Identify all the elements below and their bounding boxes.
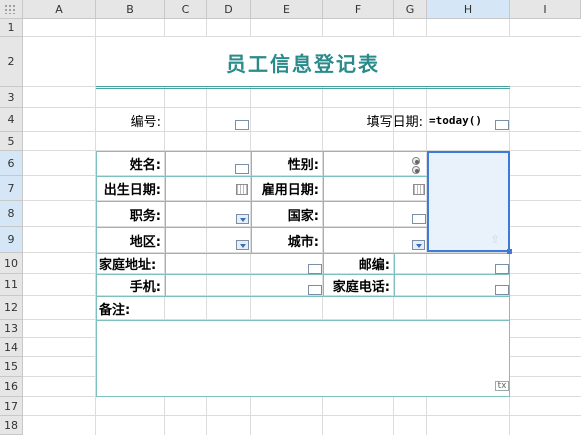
- country-label: 国家:: [287, 208, 319, 224]
- grid-line: [23, 415, 581, 416]
- column-header-h[interactable]: H: [427, 0, 510, 19]
- city-label: 城市:: [287, 234, 319, 250]
- address-label: 家庭地址:: [99, 258, 157, 273]
- gender-label: 性别:: [287, 158, 319, 173]
- column-header-f[interactable]: F: [323, 0, 394, 19]
- region-label: 地区:: [129, 234, 161, 250]
- column-header-g[interactable]: G: [394, 0, 427, 19]
- number-input-widget[interactable]: [235, 120, 249, 130]
- fill-date-widget[interactable]: [495, 120, 509, 130]
- row-header-16[interactable]: 16: [0, 377, 23, 397]
- mobile-input-widget[interactable]: [308, 285, 322, 295]
- grid-dots-icon: [4, 4, 16, 14]
- notes-text-widget[interactable]: tx: [495, 381, 509, 391]
- dropdown-arrow-icon[interactable]: [412, 240, 425, 250]
- row-header-6[interactable]: 6: [0, 151, 23, 176]
- column-header-i[interactable]: I: [510, 0, 581, 19]
- zip-input-widget[interactable]: [495, 264, 509, 274]
- row-header-11[interactable]: 11: [0, 274, 23, 296]
- upload-arrow-icon[interactable]: ⇧: [490, 234, 500, 246]
- name-label: 姓名:: [129, 158, 161, 173]
- notes-area[interactable]: [96, 321, 509, 396]
- row-header-7[interactable]: 7: [0, 176, 23, 201]
- title-underline: [96, 88, 510, 89]
- notes-label: 备注:: [99, 302, 131, 318]
- gender-radio-icon[interactable]: [412, 157, 420, 165]
- country-input-widget[interactable]: [412, 214, 426, 224]
- column-header-d[interactable]: D: [207, 0, 251, 19]
- table-border: [96, 396, 510, 397]
- title-underline: [96, 86, 510, 87]
- column-header-e[interactable]: E: [251, 0, 323, 19]
- row-header-5[interactable]: 5: [0, 132, 23, 151]
- row-header-9[interactable]: 9: [0, 227, 23, 253]
- row-header-17[interactable]: 17: [0, 397, 23, 416]
- table-border: [394, 253, 395, 296]
- row-header-8[interactable]: 8: [0, 201, 23, 227]
- row-header-4[interactable]: 4: [0, 108, 23, 132]
- row-header-15[interactable]: 15: [0, 357, 23, 377]
- gender-radio-icon[interactable]: [412, 166, 420, 174]
- home-phone-label: 家庭电话:: [332, 279, 390, 295]
- dropdown-arrow-icon[interactable]: [236, 214, 249, 224]
- column-header-a[interactable]: A: [23, 0, 96, 19]
- calendar-icon[interactable]: [413, 184, 425, 195]
- column-header-c[interactable]: C: [165, 0, 207, 19]
- row-header-12[interactable]: 12: [0, 296, 23, 320]
- hire-date-label: 雇用日期:: [261, 183, 319, 198]
- position-label: 职务:: [129, 208, 161, 224]
- calendar-icon[interactable]: [236, 184, 248, 195]
- row-header-10[interactable]: 10: [0, 253, 23, 274]
- fill-date-label: 填写日期:: [366, 114, 423, 130]
- fill-handle[interactable]: [507, 249, 512, 254]
- home-phone-input-widget[interactable]: [495, 285, 509, 295]
- column-header-b[interactable]: B: [96, 0, 165, 19]
- table-border: [96, 320, 510, 321]
- row-header-18[interactable]: 18: [0, 416, 23, 435]
- table-border: [509, 253, 510, 397]
- row-header-13[interactable]: 13: [0, 320, 23, 338]
- name-input-widget[interactable]: [235, 164, 249, 174]
- row-header-2[interactable]: 2: [0, 37, 23, 87]
- birth-date-label: 出生日期:: [103, 183, 161, 198]
- photo-cell-selection[interactable]: ⇧: [427, 151, 512, 254]
- select-all-corner[interactable]: [0, 0, 23, 19]
- address-input-widget[interactable]: [308, 264, 322, 274]
- form-title: 员工信息登记表: [226, 51, 380, 76]
- dropdown-arrow-icon[interactable]: [236, 240, 249, 250]
- row-header-14[interactable]: 14: [0, 338, 23, 357]
- table-border: [165, 151, 166, 296]
- row-header-3[interactable]: 3: [0, 87, 23, 108]
- row-header-1[interactable]: 1: [0, 19, 23, 37]
- zip-label: 邮编:: [358, 258, 390, 273]
- number-label: 编号:: [130, 114, 161, 130]
- mobile-label: 手机:: [129, 279, 161, 295]
